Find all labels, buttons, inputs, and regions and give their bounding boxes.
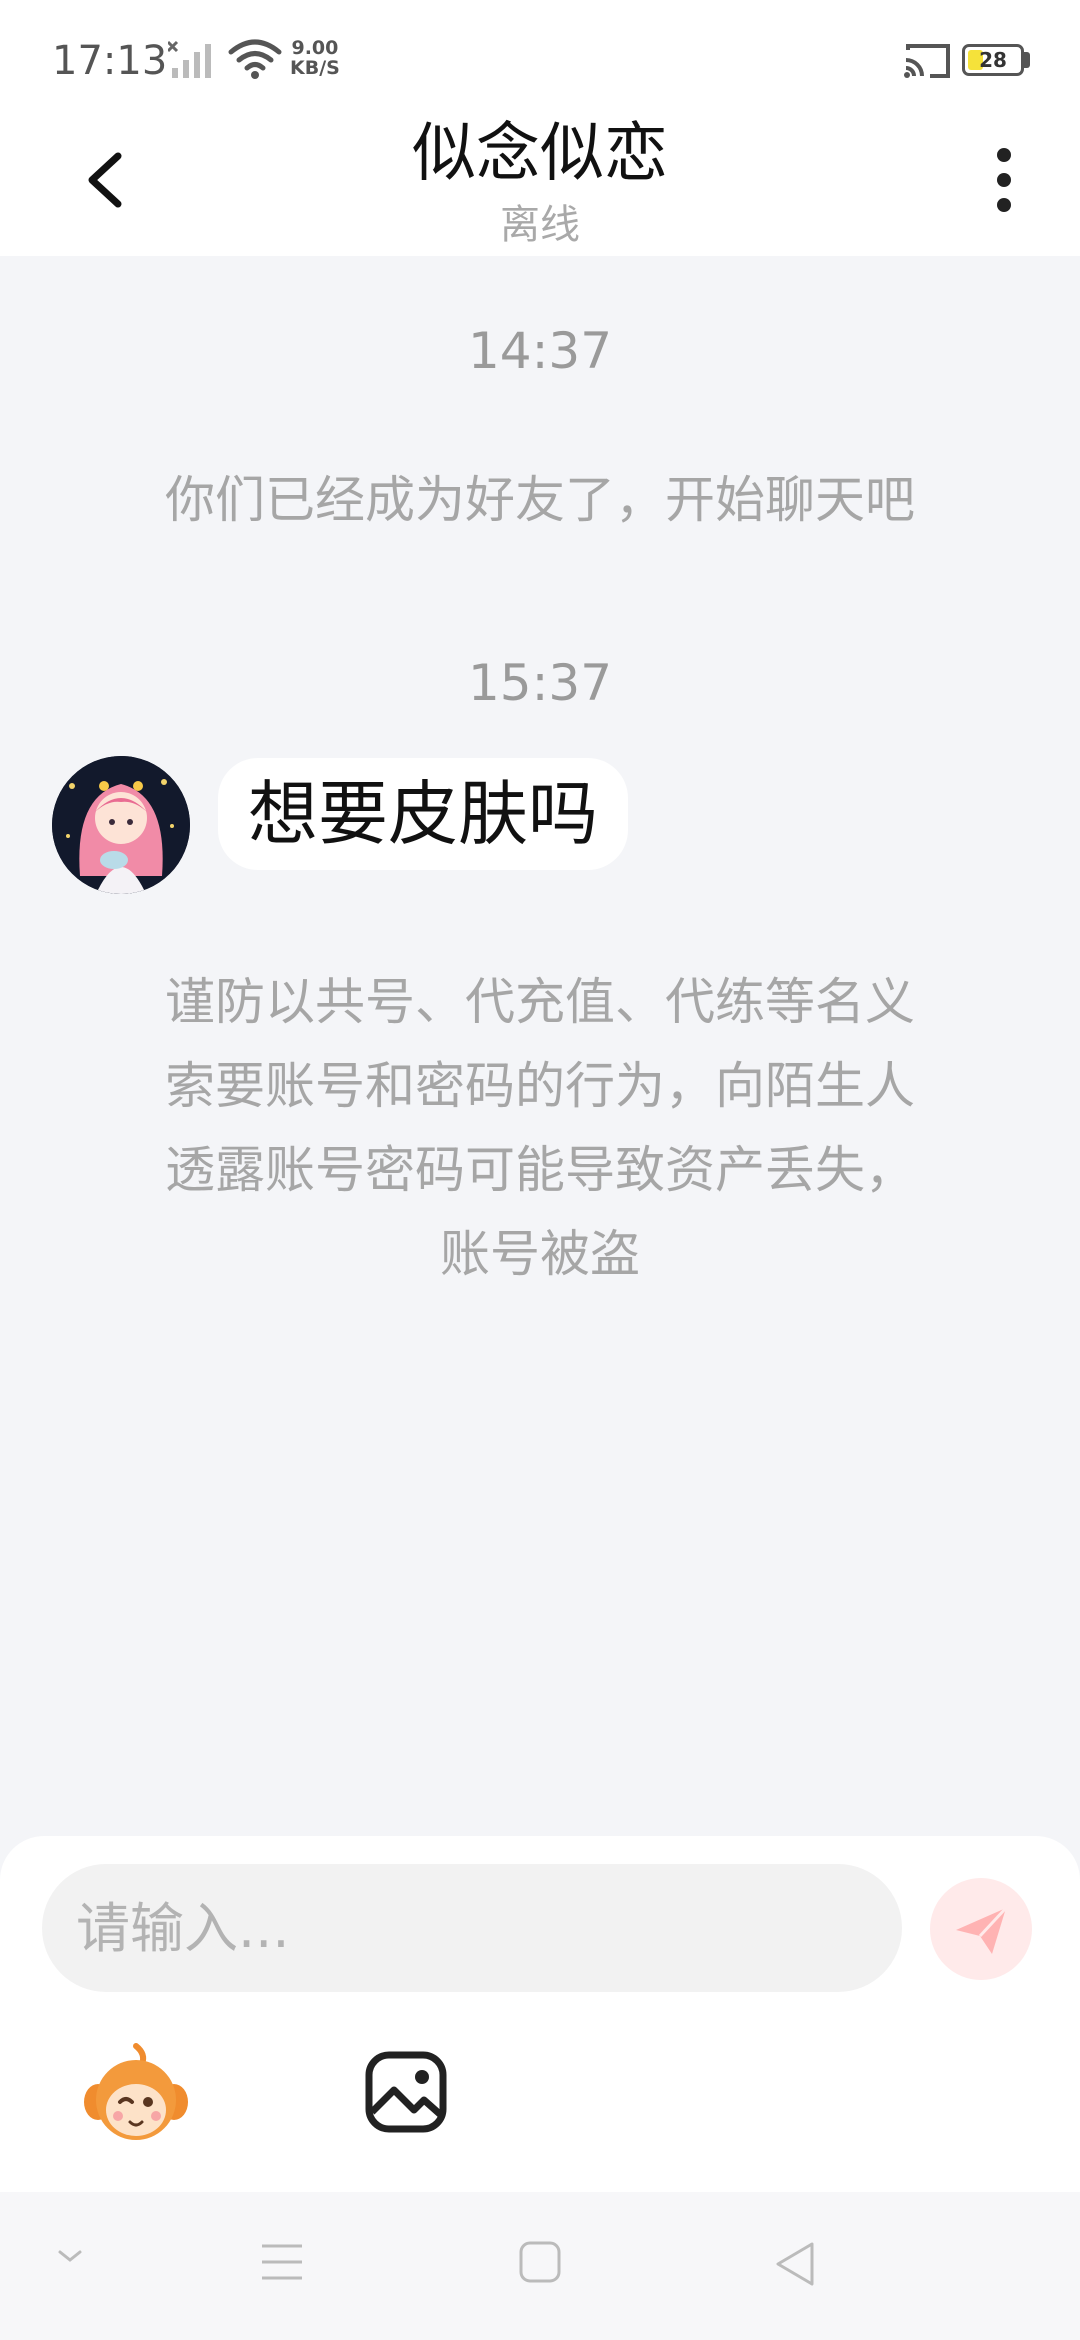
chat-title: 似念似恋 [412,117,668,191]
avatar-image [52,756,190,894]
security-warning-line: 谨防以共号、代充值、代练等名义 [165,973,915,1031]
net-speed-value: 9.00 [291,37,339,59]
image-icon[interactable] [364,2050,448,2134]
message-input[interactable] [42,1864,902,1992]
signal-icon [168,40,211,78]
send-button[interactable] [930,1878,1032,1980]
wifi-icon [228,39,282,79]
message-time: 14:37 [467,322,613,380]
menu-icon[interactable] [260,2242,304,2282]
collapse-icon[interactable] [56,2246,84,2266]
security-warning-line: 索要账号和密码的行为，向陌生人 [165,1057,915,1115]
picture-icon [365,2051,447,2133]
security-warning: 谨防以共号、代充值、代练等名义 索要账号和密码的行为，向陌生人 透露账号密码可能… [110,960,970,1296]
net-speed-unit: KB/S [290,57,340,79]
battery-level: 28 [979,48,1007,72]
incoming-message-bubble[interactable]: 想要皮肤吗 [218,758,628,870]
send-icon [956,1906,1008,1954]
battery-icon: 28 [962,44,1024,76]
system-nav-bar [0,2192,1080,2340]
input-area [0,1836,1080,2192]
message-time: 15:37 [467,654,613,712]
net-speed: 9.00 KB/S [290,38,340,78]
back-icon[interactable] [772,2240,816,2288]
mascot-face-icon [84,2043,188,2140]
online-status: 离线 [500,202,580,248]
chat-header: 似念似恋 离线 [0,100,1080,256]
more-vertical-icon[interactable] [984,144,1024,216]
status-time: 17:13 [52,38,168,84]
cast-icon [904,44,950,78]
girl-avatar[interactable] [52,756,190,894]
system-message-friend-added: 你们已经成为好友了，开始聊天吧 [165,471,915,529]
emoji-mascot-icon[interactable] [82,2040,190,2148]
security-warning-line: 透露账号密码可能导致资产丢失， [165,1141,915,1199]
home-icon[interactable] [518,2240,562,2284]
battery-tip [1024,52,1030,68]
security-warning-line: 账号被盗 [440,1225,640,1283]
